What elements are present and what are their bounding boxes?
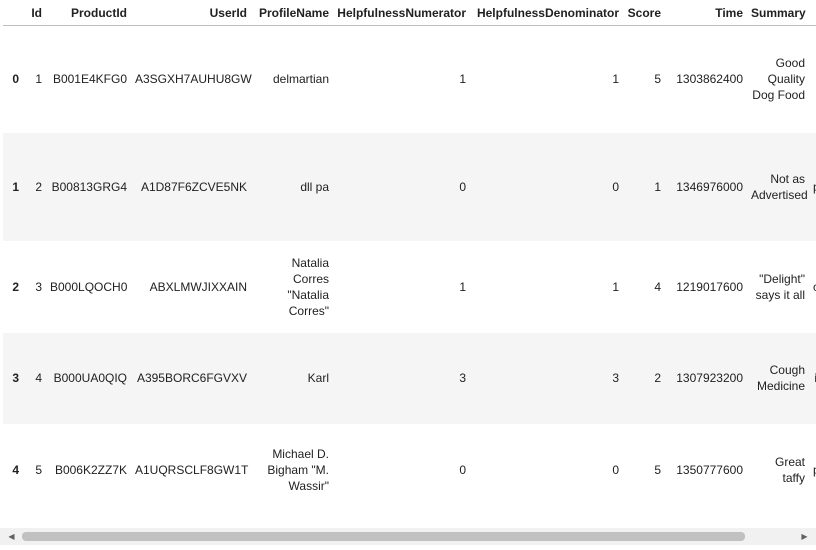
cell-id: 5 (35, 462, 42, 477)
cell-helpfulness-numerator: 1 (459, 279, 466, 294)
column-header-profilename: ProfileName (251, 0, 333, 26)
column-header-score: Score (623, 0, 665, 26)
cell-summary: Great taffy (774, 454, 805, 485)
cell-productid: B000LQOCH0 (50, 279, 128, 294)
cell-time: 1307923200 (676, 371, 743, 385)
triangle-right-icon[interactable]: ▶ (796, 528, 813, 545)
cell-text-clipped (809, 26, 816, 133)
cell-text-clipped: i (814, 371, 816, 385)
cell-summary: Cough Medicine (756, 363, 805, 393)
cell-score: 2 (654, 371, 661, 385)
cell-score: 5 (654, 462, 661, 477)
cell-summary: Good Quality Dog Food (752, 56, 805, 103)
cell-text-clipped: p (809, 133, 816, 241)
cell-profilename: Michael D. Bigham "M. Wassir" (267, 446, 329, 493)
row-index: 2 (12, 279, 19, 294)
dataframe-output: Id ProductId UserId ProfileName Helpfuln… (0, 0, 816, 528)
column-header-userid: UserId (131, 0, 251, 26)
cell-userid: ABXLMWJIXXAIN (149, 279, 247, 294)
cell-productid: B001E4KFG0 (52, 72, 127, 87)
table-row: 0 1 B001E4KFG0 A3SGXH7AUHU8GW delmartian… (3, 25, 816, 133)
cell-helpfulness-numerator: 3 (459, 371, 466, 385)
cell-profilename: Karl (307, 371, 329, 385)
cell-text-clipped: p (809, 424, 816, 516)
cell-score: 1 (654, 179, 661, 194)
cell-helpfulness-denominator: 0 (612, 179, 619, 194)
column-header-text-clipped (809, 0, 816, 26)
cell-id: 2 (35, 179, 42, 194)
cell-helpfulness-numerator: 1 (459, 72, 466, 87)
column-header-productid: ProductId (46, 0, 131, 26)
cell-helpfulness-numerator: 0 (459, 462, 466, 477)
row-index: 1 (12, 179, 19, 194)
cell-userid: A1UQRSCLF8GW1T (135, 462, 249, 477)
cell-profilename: Natalia Corres "Natalia Corres" (287, 255, 329, 318)
cell-summary: Not as Advertised (751, 171, 808, 202)
column-header-summary: Summary (747, 0, 809, 26)
cell-productid: B00813GRG4 (51, 179, 127, 194)
header-row: Id ProductId UserId ProfileName Helpfuln… (3, 0, 816, 26)
cell-time: 1346976000 (676, 179, 743, 194)
cell-score: 5 (654, 72, 661, 87)
cell-id: 4 (35, 371, 42, 385)
horizontal-scrollbar[interactable]: ◀ ▶ (0, 528, 816, 545)
cell-profilename: delmartian (272, 72, 329, 87)
column-header-helpfulness-denominator: HelpfulnessDenominator (470, 0, 623, 26)
cell-time: 1350777600 (676, 462, 743, 477)
cell-helpfulness-numerator: 0 (459, 179, 466, 194)
cell-userid: A395BORC6FGVXV (136, 371, 247, 385)
cell-helpfulness-denominator: 1 (612, 279, 619, 294)
cell-helpfulness-denominator: 3 (612, 371, 619, 385)
dataframe-table: Id ProductId UserId ProfileName Helpfuln… (3, 0, 816, 516)
table-row: 2 3 B000LQOCH0 ABXLMWJIXXAIN Natalia Cor… (3, 240, 816, 333)
cell-time: 1303862400 (676, 72, 743, 87)
column-header-time: Time (665, 0, 747, 26)
cell-time: 1219017600 (676, 279, 743, 294)
cell-productid: B006K2ZZ7K (54, 462, 127, 477)
cell-summary: "Delight" says it all (755, 271, 805, 302)
cell-userid: A3SGXH7AUHU8GW (135, 72, 252, 87)
cell-helpfulness-denominator: 1 (612, 72, 619, 87)
row-index: 3 (12, 371, 19, 385)
row-index: 0 (12, 72, 19, 87)
index-header (3, 0, 23, 26)
cell-score: 4 (654, 279, 661, 294)
cell-productid: B000UA0QIQ (53, 371, 127, 385)
cell-userid: A1D87F6ZCVE5NK (140, 179, 247, 194)
triangle-left-icon[interactable]: ◀ (3, 528, 20, 545)
table-row: 1 2 B00813GRG4 A1D87F6ZCVE5NK dll pa 0 0… (3, 132, 816, 241)
table-row: 3 4 B000UA0QIQ A395BORC6FGVXV Karl 3 3 2… (3, 332, 816, 424)
scrollbar-thumb[interactable] (22, 532, 745, 541)
cell-profilename: dll pa (300, 179, 329, 194)
row-index: 4 (12, 462, 19, 477)
cell-id: 1 (35, 72, 42, 87)
cell-helpfulness-denominator: 0 (612, 462, 619, 477)
cell-text-clipped: c (813, 279, 816, 294)
column-header-id: Id (23, 0, 46, 26)
cell-id: 3 (35, 279, 42, 294)
table-row: 4 5 B006K2ZZ7K A1UQRSCLF8GW1T Michael D.… (3, 423, 816, 516)
column-header-helpfulness-numerator: HelpfulnessNumerator (333, 0, 470, 26)
